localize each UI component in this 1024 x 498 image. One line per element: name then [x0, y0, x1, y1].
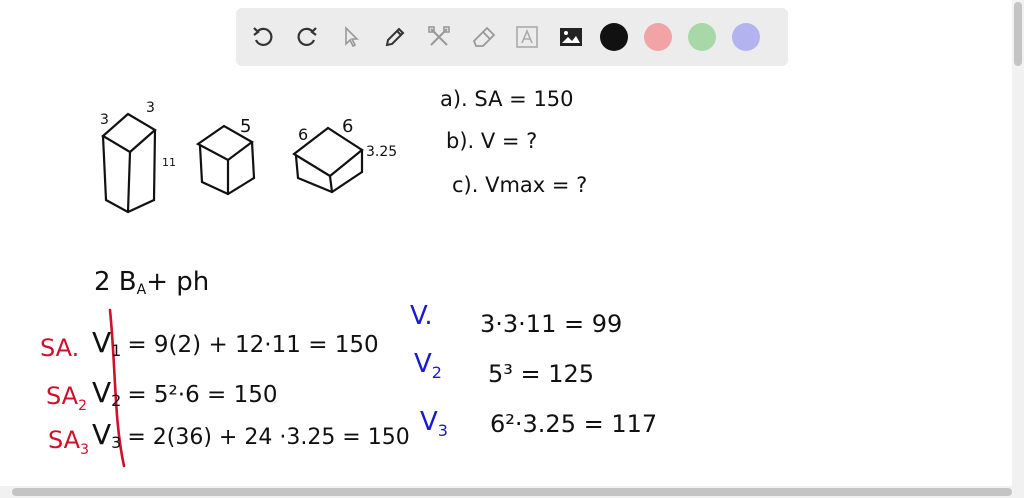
volume1-equation: 3·3·11 = 99 — [480, 310, 622, 338]
color-swatch-black[interactable] — [600, 23, 628, 51]
whiteboard-canvas[interactable]: 3 3 11 5 6 6 3.25 a). SA = 150 b). V = ?… — [0, 70, 1012, 486]
vertical-scroll-thumb[interactable] — [1014, 2, 1022, 66]
volume3-equation: 6²·3.25 = 117 — [490, 410, 657, 438]
tools-icon[interactable] — [424, 22, 454, 52]
sa3-label: SA3 — [48, 426, 89, 458]
volume3-label: V3 — [420, 407, 448, 440]
pen-icon[interactable] — [380, 22, 410, 52]
redo-icon[interactable] — [292, 22, 322, 52]
box1-sketch — [101, 112, 157, 214]
vertical-scrollbar[interactable] — [1012, 0, 1024, 486]
pointer-icon[interactable] — [336, 22, 366, 52]
sa1-equation: V1 = 9(2) + 12·11 = 150 — [92, 326, 379, 360]
box1-side-label: 3 — [146, 100, 155, 116]
question-a: a). SA = 150 — [440, 87, 574, 111]
sa2-equation: V2 = 5²·6 = 150 — [92, 376, 278, 410]
sa3-equation: V3 = 2(36) + 24 ·3.25 = 150 — [92, 418, 410, 452]
color-swatch-green[interactable] — [688, 23, 716, 51]
horizontal-scroll-thumb[interactable] — [12, 488, 1012, 496]
sa2-label: SA2 — [46, 382, 87, 414]
box3-height-label: 3.25 — [366, 144, 397, 160]
text-icon[interactable] — [512, 22, 542, 52]
question-b: b). V = ? — [446, 129, 537, 153]
color-swatch-purple[interactable] — [732, 23, 760, 51]
eraser-icon[interactable] — [468, 22, 498, 52]
box1-height-label: 11 — [162, 156, 176, 169]
box1-top-label: 3 — [100, 112, 109, 128]
drawing-toolbar — [236, 8, 788, 66]
sa1-label: SA. — [40, 334, 79, 362]
volume2-label: V2 — [414, 349, 442, 382]
undo-icon[interactable] — [248, 22, 278, 52]
box3-left-label: 6 — [298, 125, 308, 144]
volume1-label: V. — [410, 301, 433, 331]
color-swatch-red[interactable] — [644, 23, 672, 51]
image-icon[interactable] — [556, 22, 586, 52]
question-c: c). Vmax = ? — [452, 173, 587, 197]
horizontal-scrollbar[interactable] — [0, 486, 1024, 498]
box2-label: 5 — [240, 116, 251, 137]
box3-right-label: 6 — [342, 116, 353, 137]
formula: 2 BA+ ph — [94, 267, 209, 298]
volume2-equation: 5³ = 125 — [488, 360, 594, 388]
